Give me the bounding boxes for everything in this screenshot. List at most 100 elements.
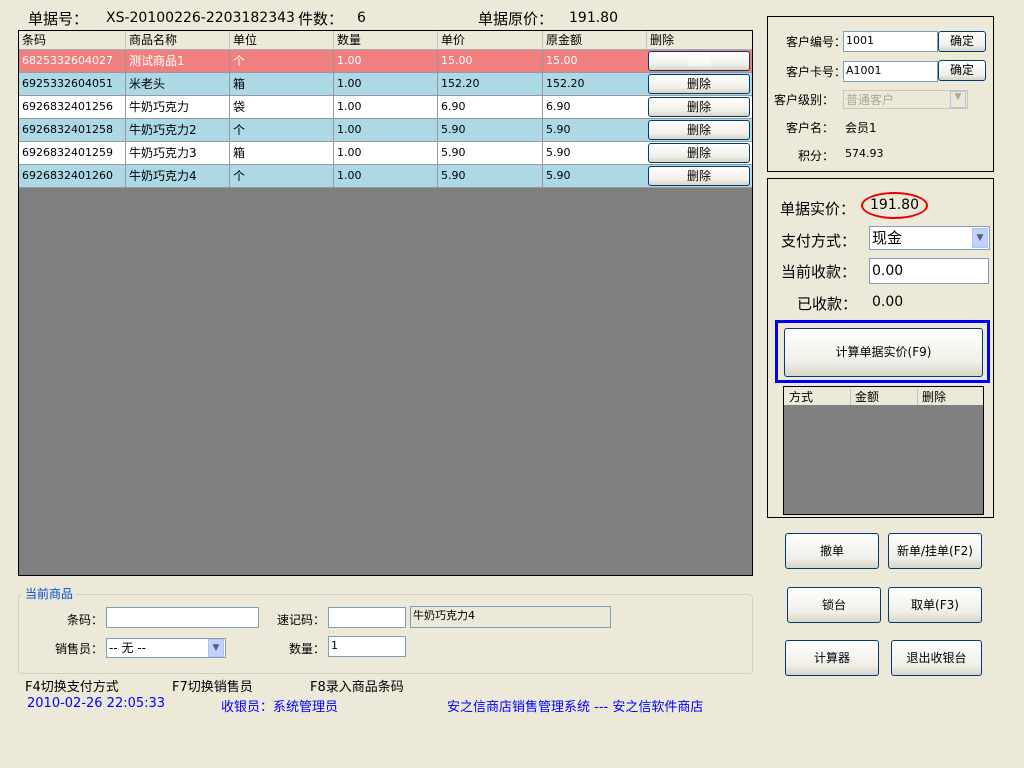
delete-row-button[interactable]: 删除 [648, 143, 750, 163]
delete-row-button[interactable]: 删除 [648, 97, 750, 117]
table-cell: 6926832401256 [22, 100, 113, 113]
table-cell: 6.90 [542, 96, 646, 118]
table-cell: 箱 [229, 142, 333, 164]
product-name-display: 牛奶巧克力4 [410, 606, 611, 628]
table-cell: 袋 [229, 96, 333, 118]
col-delete: 删除 [917, 388, 946, 405]
table-cell: 5.90 [542, 165, 646, 187]
customer-name-label: 客户名： [786, 121, 835, 135]
table-cell: 152.20 [437, 73, 542, 95]
barcode-label: 条码： [67, 613, 104, 627]
table-cell: 1.00 [333, 142, 437, 164]
table-cell: 牛奶巧克力4 [125, 165, 229, 187]
current-payment-input[interactable]: 0.00 [869, 258, 989, 284]
table-cell: 6926832401260 [22, 169, 113, 182]
received: 0.00 [872, 294, 904, 310]
payments-table[interactable]: 方式 金额 删除 [783, 386, 984, 515]
hint-f8: F8录入商品条码 [310, 680, 404, 695]
delete-row-button[interactable]: 删除 [648, 120, 750, 140]
table-cell: 152.20 [542, 73, 646, 95]
actual-price: 191.80 [861, 192, 928, 219]
quick-code-input[interactable] [328, 607, 406, 628]
table-cell: 牛奶巧克力2 [125, 119, 229, 141]
qty-input[interactable]: 1 [328, 636, 406, 657]
column-header: 删除 [646, 31, 752, 49]
chevron-down-icon[interactable]: ▼ [208, 639, 224, 657]
table-cell: 6825332604027 [22, 54, 113, 67]
doc-no-label: 单据号： [28, 10, 89, 28]
table-cell: 1.00 [333, 119, 437, 141]
pay-method-label: 支付方式： [781, 232, 857, 250]
customer-id-input[interactable]: 1001 [843, 31, 938, 52]
exit-button[interactable]: 退出收银台 [891, 640, 982, 676]
orig-price: 191.80 [569, 10, 618, 26]
table-cell: 1.00 [333, 73, 437, 95]
table-cell: 牛奶巧克力3 [125, 142, 229, 164]
table-cell: 1.00 [333, 50, 437, 72]
orig-price-label: 单据原价： [478, 10, 554, 28]
column-header: 单价 [437, 31, 542, 49]
column-header: 单位 [229, 31, 333, 49]
points: 574.93 [845, 147, 884, 160]
hint-f4: F4切换支付方式 [25, 680, 119, 695]
table-row[interactable]: 6926832401256 牛奶巧克力袋 1.00 6.90 6.90 删除 [19, 96, 752, 119]
column-header: 数量 [333, 31, 437, 49]
table-cell: 6926832401259 [22, 146, 113, 159]
table-cell: 6925332604051 [22, 77, 113, 90]
table-cell: 5.90 [542, 142, 646, 164]
cashier: 收银员：系统管理员 [221, 700, 339, 715]
current-payment-label: 当前收款： [781, 263, 857, 281]
confirm-id-button[interactable]: 确定 [938, 31, 986, 52]
count: 6 [357, 10, 366, 26]
table-cell: 箱 [229, 73, 333, 95]
table-cell: 6.90 [437, 96, 542, 118]
table-cell: 15.00 [542, 50, 646, 72]
chevron-down-icon[interactable]: ▼ [950, 91, 966, 108]
retrieve-order-button[interactable]: 取单(F3) [888, 587, 982, 623]
table-header: 条码 商品名称 单位 数量 单价 原金额 删除 [19, 31, 752, 50]
doc-no: XS-20100226-2203182343 [106, 10, 295, 26]
customer-id-label: 客户编号： [786, 35, 847, 49]
table-row[interactable]: 6926832401259 牛奶巧克力3 箱 1.00 5.90 5.90 删除 [19, 142, 752, 165]
table-row[interactable]: 6925332604051 米老头箱 1.00 152.20 152.20 删除 [19, 73, 752, 96]
actual-price-label: 单据实价： [780, 200, 856, 218]
delete-row-button[interactable]: 删除 [648, 74, 750, 94]
table-cell: 测试商品1 [125, 50, 229, 72]
customer-card-input[interactable]: A1001 [843, 61, 938, 82]
col-method: 方式 [789, 390, 814, 404]
calculate-price-button[interactable]: 计算单据实价(F9) [784, 328, 983, 377]
delete-row-button[interactable]: 删除 [648, 51, 750, 71]
column-header: 条码 [22, 33, 47, 47]
seller-label: 销售员： [55, 642, 104, 656]
table-row[interactable]: 6825332604027 测试商品1 个 1.00 15.00 15.00 删除 [19, 50, 752, 73]
table-cell: 米老头 [125, 73, 229, 95]
received-label: 已收款： [797, 295, 858, 313]
table-cell: 5.90 [437, 142, 542, 164]
count-label: 件数： [298, 10, 344, 28]
customer-panel: 客户编号： 1001 确定 客户卡号： A1001 确定 客户级别： 普通客户 … [767, 16, 994, 172]
chevron-down-icon[interactable]: ▼ [972, 228, 988, 248]
table-cell: 1.00 [333, 96, 437, 118]
items-table[interactable]: 条码 商品名称 单位 数量 单价 原金额 删除 6825332604027 测试商品1 个 1.0… [18, 30, 753, 576]
table-cell: 15.00 [437, 50, 542, 72]
current-item-legend: 当前商品 [22, 585, 77, 602]
hint-f7: F7切换销售员 [172, 680, 253, 695]
calculator-button[interactable]: 计算器 [785, 640, 879, 676]
table-cell: 牛奶巧克力 [125, 96, 229, 118]
quick-code-label: 速记码： [277, 613, 326, 627]
confirm-card-button[interactable]: 确定 [938, 60, 986, 81]
datetime: 2010-02-26 22:05:33 [27, 696, 166, 711]
table-row[interactable]: 6926832401258 牛奶巧克力2 个 1.00 5.90 5.90 删除 [19, 119, 752, 142]
new-hold-order-button[interactable]: 新单/挂单(F2) [888, 533, 982, 569]
barcode-input[interactable] [106, 607, 259, 628]
col-amount: 金额 [850, 388, 879, 405]
table-cell: 1.00 [333, 165, 437, 187]
table-cell: 个 [229, 165, 333, 187]
column-header: 原金额 [542, 31, 646, 49]
table-row[interactable]: 6926832401260 牛奶巧克力4 个 1.00 5.90 5.90 删除 [19, 165, 752, 188]
cancel-order-button[interactable]: 撤单 [785, 533, 879, 569]
customer-level-label: 客户级别： [774, 93, 835, 107]
points-label: 积分： [798, 149, 835, 163]
lock-button[interactable]: 锁台 [787, 587, 881, 623]
delete-row-button[interactable]: 删除 [648, 166, 750, 186]
